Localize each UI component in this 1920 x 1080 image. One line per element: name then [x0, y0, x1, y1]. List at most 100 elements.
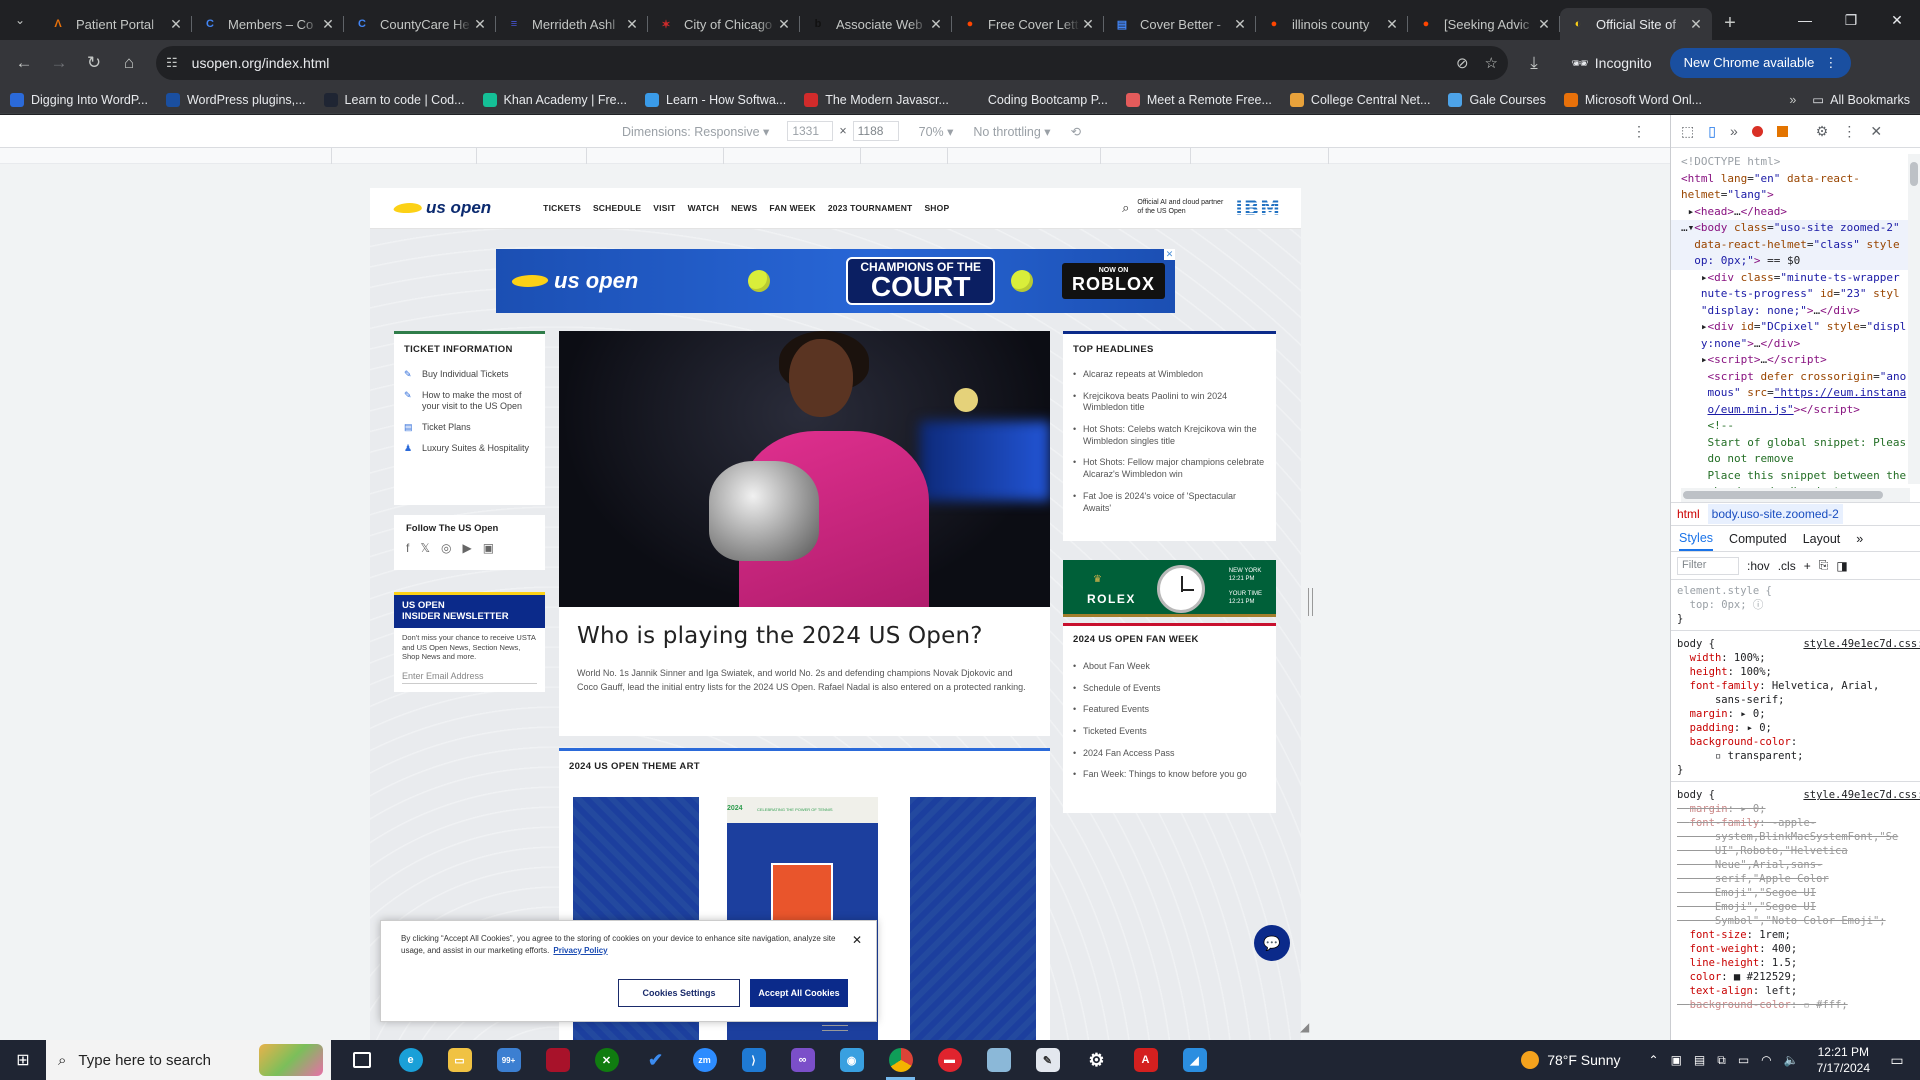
bookmark-item[interactable]: Digging Into WordP... — [10, 92, 148, 107]
error-icon[interactable] — [1751, 125, 1763, 137]
youtube-icon[interactable]: ▶ — [463, 541, 472, 555]
headline-link[interactable]: Krejcikova beats Paolini to win 2024 Wim… — [1073, 391, 1266, 414]
nav-item[interactable]: NEWS — [731, 203, 757, 213]
address-bar[interactable]: ☷ usopen.org/index.html ⊘ ☆ — [156, 46, 1508, 80]
all-bookmarks[interactable]: ▭ All Bookmarks — [1812, 92, 1910, 108]
mail-icon[interactable]: 99+ — [484, 1040, 533, 1080]
zoom-select[interactable]: 70% ▾ — [919, 124, 954, 139]
settings-icon[interactable]: ⚙ — [1072, 1040, 1121, 1080]
bookmark-star-icon[interactable]: ☆ — [1485, 54, 1498, 72]
url-text[interactable]: usopen.org/index.html — [192, 55, 1456, 71]
more-tabs-icon[interactable]: » — [1730, 123, 1738, 139]
app-blue-icon[interactable]: ◢ — [1170, 1040, 1219, 1080]
close-window-icon[interactable]: ✕ — [1874, 0, 1920, 40]
app-icon[interactable]: ▣ — [483, 541, 494, 555]
ticket-link[interactable]: ♟ Luxury Suites & Hospitality — [404, 443, 535, 455]
headline-link[interactable]: Fat Joe is 2024's voice of 'Spectacular … — [1073, 491, 1266, 514]
browser-tab[interactable]: ● Free Cover Lett ✕ — [952, 8, 1104, 40]
rotate-icon[interactable]: ⟲ — [1071, 124, 1081, 139]
bookmark-item[interactable]: WordPress plugins,... — [165, 92, 306, 107]
close-tab-icon[interactable]: ✕ — [320, 16, 336, 33]
minimize-icon[interactable]: — — [1782, 0, 1828, 40]
nav-item[interactable]: FAN WEEK — [769, 203, 815, 213]
network-icon[interactable]: ▭ — [1738, 1053, 1749, 1067]
fan-week-link[interactable]: Fan Week: Things to know before you go — [1073, 769, 1266, 781]
close-tab-icon[interactable]: ✕ — [472, 16, 488, 33]
tray-app-icon[interactable]: ▣ — [1671, 1053, 1682, 1067]
incognito-indicator[interactable]: 🕶 Incognito — [1561, 55, 1662, 72]
headline-link[interactable]: Hot Shots: Celebs watch Krejcikova win t… — [1073, 424, 1266, 447]
browser-tab[interactable]: b Associate Web ✕ — [800, 8, 952, 40]
width-input[interactable]: 1331 — [787, 121, 834, 141]
resize-handle-right[interactable] — [1308, 588, 1313, 616]
email-field[interactable]: Enter Email Address — [402, 669, 537, 685]
nav-item[interactable]: WATCH — [688, 203, 720, 213]
close-tab-icon[interactable]: ✕ — [1232, 16, 1248, 33]
add-rule-icon[interactable]: + — [1804, 559, 1811, 573]
css-rules[interactable]: element.style { top: 0px; ⓘ } body { sty… — [1671, 580, 1920, 1012]
ticket-link[interactable]: ✎ Buy Individual Tickets — [404, 369, 535, 381]
ibm-logo[interactable]: IBM — [1235, 196, 1281, 220]
nav-item[interactable]: SHOP — [924, 203, 949, 213]
chrome-icon[interactable] — [876, 1040, 925, 1080]
tab-layout[interactable]: Layout — [1803, 532, 1841, 546]
tab-computed[interactable]: Computed — [1729, 532, 1787, 546]
headline-link[interactable]: Hot Shots: Fellow major champions celebr… — [1073, 457, 1266, 480]
device-toggle-icon[interactable]: ▯ — [1708, 123, 1716, 140]
back-icon[interactable]: ← — [8, 47, 40, 79]
ad-close-icon[interactable]: ✕ — [1164, 249, 1175, 260]
device-menu-icon[interactable]: ⋮ — [1632, 123, 1646, 140]
browser-tab[interactable]: C CountyCare He ✕ — [344, 8, 496, 40]
devtools-menu-icon[interactable]: ⋮ — [1842, 123, 1856, 140]
bookmark-item[interactable]: Coding Bootcamp P... — [966, 92, 1108, 107]
cls-toggle[interactable]: .cls — [1778, 559, 1796, 573]
hero-card[interactable]: Who is playing the 2024 US Open? World N… — [559, 331, 1050, 736]
facebook-icon[interactable]: f — [406, 541, 409, 555]
elements-tree[interactable]: <!DOCTYPE html> <html lang="en" data-rea… — [1671, 148, 1920, 488]
more-panels-icon[interactable]: » — [1856, 532, 1863, 546]
tab-search-icon[interactable]: ⌄ — [0, 0, 40, 40]
hero-photo[interactable] — [559, 331, 1050, 607]
close-tab-icon[interactable]: ✕ — [168, 16, 184, 33]
edge-icon[interactable]: e — [386, 1040, 435, 1080]
fan-week-link[interactable]: Ticketed Events — [1073, 726, 1266, 738]
close-tab-icon[interactable]: ✕ — [1080, 16, 1096, 33]
close-tab-icon[interactable]: ✕ — [624, 16, 640, 33]
close-tab-icon[interactable]: ✕ — [928, 16, 944, 33]
styles-filter-input[interactable]: Filter — [1677, 556, 1739, 575]
nav-item[interactable]: SCHEDULE — [593, 203, 641, 213]
todo-icon[interactable]: ✔ — [631, 1040, 680, 1080]
instagram-icon[interactable]: ◎ — [441, 541, 451, 555]
notification-icon[interactable]: ▭ — [1882, 1052, 1912, 1069]
bookmark-item[interactable]: Gale Courses — [1448, 92, 1546, 107]
format-icon[interactable]: ⎘ — [1819, 558, 1829, 573]
close-tab-icon[interactable]: ✕ — [1688, 16, 1704, 33]
headline-link[interactable]: Alcaraz repeats at Wimbledon — [1073, 369, 1266, 381]
bookmark-item[interactable]: Learn to code | Cod... — [323, 92, 465, 107]
nav-item[interactable]: TICKETS — [543, 203, 581, 213]
fan-week-link[interactable]: About Fan Week — [1073, 661, 1266, 673]
app-glass-icon[interactable] — [974, 1040, 1023, 1080]
close-icon[interactable]: ✕ — [852, 933, 862, 947]
bookmark-item[interactable]: Learn - How Softwa... — [645, 92, 786, 107]
browser-tab[interactable]: ● illinois county ✕ — [1256, 8, 1408, 40]
vscode-icon[interactable]: ⟩ — [729, 1040, 778, 1080]
dimensions-select[interactable]: Dimensions: Responsive ▾ — [622, 124, 769, 139]
acrobat-icon[interactable]: A — [1121, 1040, 1170, 1080]
close-tab-icon[interactable]: ✕ — [776, 16, 792, 33]
browser-tab[interactable]: C Members – Co ✕ — [192, 8, 344, 40]
paint-icon[interactable]: ✎ — [1023, 1040, 1072, 1080]
bookmark-item[interactable]: Meet a Remote Free... — [1125, 92, 1272, 107]
nav-item[interactable]: VISIT — [653, 203, 675, 213]
bookmark-item[interactable]: The Modern Javascr... — [804, 92, 949, 107]
tray-expand-icon[interactable]: ⌃ — [1649, 1053, 1659, 1067]
tab-styles[interactable]: Styles — [1679, 527, 1714, 551]
cookies-settings-button[interactable]: Cookies Settings — [618, 979, 740, 1007]
bookmark-item[interactable]: Khan Academy | Fre... — [482, 92, 627, 107]
app-red-round-icon[interactable]: ▬ — [925, 1040, 974, 1080]
resize-handle-bottom[interactable] — [822, 1025, 848, 1031]
tray-app2-icon[interactable]: ▤ — [1694, 1053, 1705, 1067]
new-chrome-button[interactable]: New Chrome available ⋮ — [1669, 48, 1852, 78]
browser-tab[interactable]: ● [Seeking Advic ✕ — [1408, 8, 1560, 40]
settings-gear-icon[interactable]: ⚙ — [1816, 123, 1829, 140]
